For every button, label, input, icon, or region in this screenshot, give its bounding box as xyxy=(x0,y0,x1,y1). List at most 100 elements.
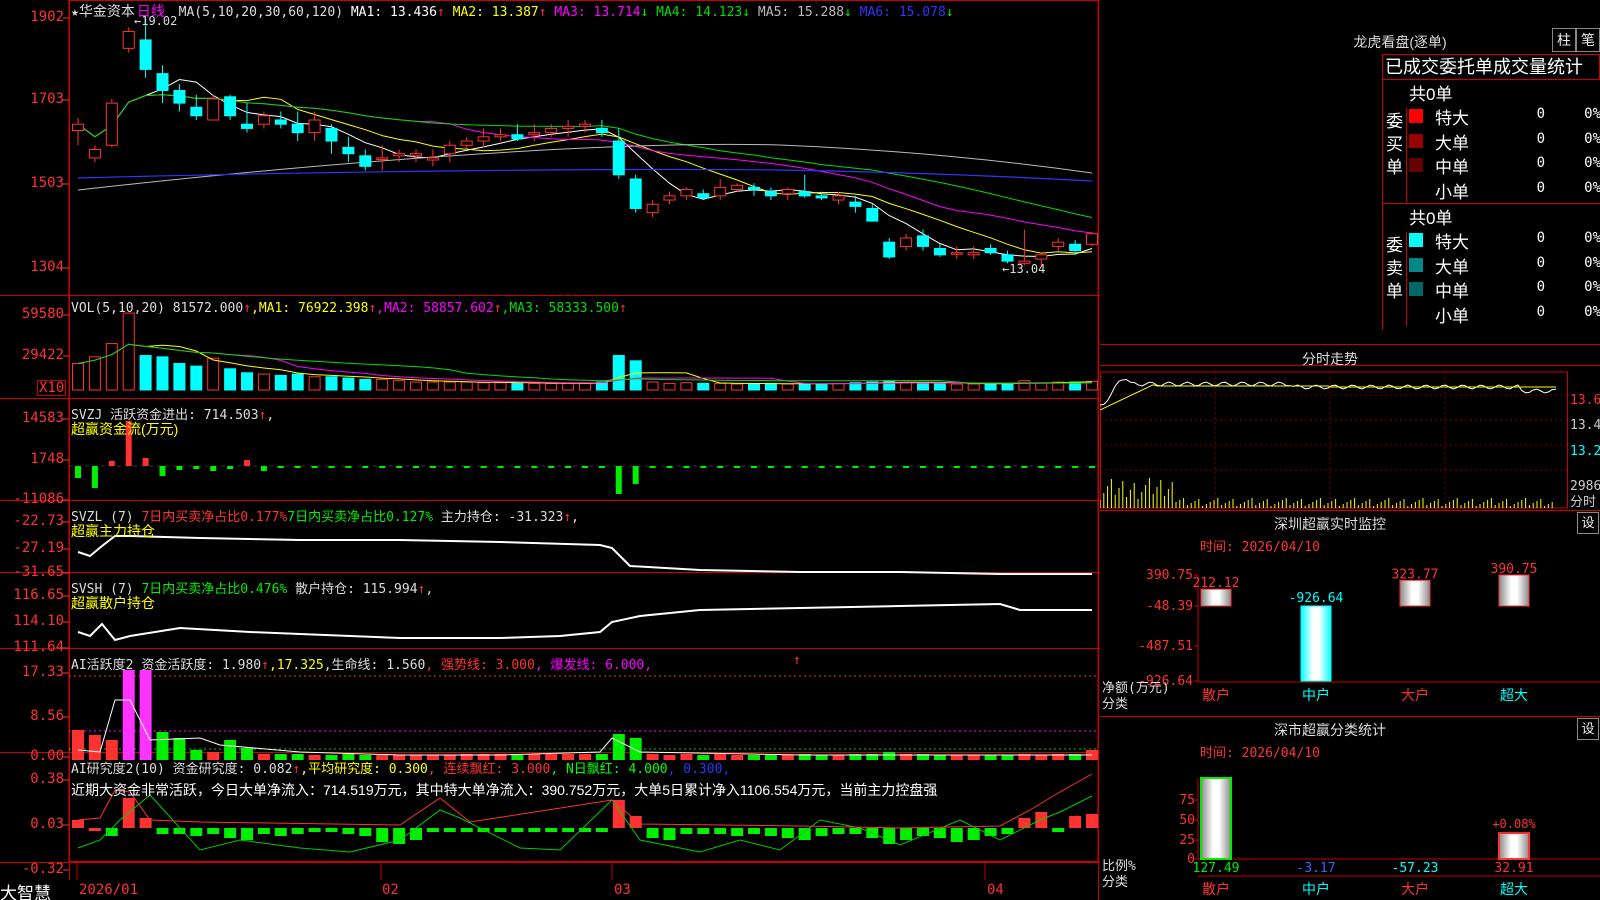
volume-bar xyxy=(477,382,490,391)
ai2-commentary: 近期大资金非常活跃，今日大单净流入：714.519万元，其中特大单净流入：390… xyxy=(71,782,938,798)
candle xyxy=(224,96,237,117)
classify-bar-label: 32.91 xyxy=(1494,861,1533,876)
monitor-time: 时间: 2026/04/10 xyxy=(1200,540,1320,555)
intraday-y-tick: 13.43 xyxy=(1570,418,1600,433)
monitor-bar-label: 212.12 xyxy=(1193,576,1240,591)
ma-arrow-6: ↓ xyxy=(945,5,954,20)
volume-bar xyxy=(359,378,372,391)
research-bar xyxy=(697,828,710,834)
candle xyxy=(308,119,321,134)
ma-arrow-5: ↓ xyxy=(844,5,852,20)
candle xyxy=(241,123,253,129)
flow-bar xyxy=(429,466,436,468)
volume-bar xyxy=(376,378,389,391)
volume-bar xyxy=(950,383,963,391)
ai1-p1: 资金活跃度: xyxy=(141,658,222,673)
ma-label-5: MA5: xyxy=(750,5,798,20)
flow-bar xyxy=(801,466,808,468)
svzl-p1: 7日内买卖净占比0.177% xyxy=(141,510,288,525)
volume-bar xyxy=(764,382,777,391)
flow-bar xyxy=(1055,466,1062,468)
svzj-comma: , xyxy=(266,408,275,423)
classify-y-tick: 25 xyxy=(1179,833,1195,848)
flow-bar xyxy=(936,466,943,468)
y-tick-label: 0.00 xyxy=(30,748,64,764)
classify-xlabel: 分类 xyxy=(1102,875,1128,890)
activity-bar xyxy=(933,755,946,760)
flow-bar xyxy=(1004,466,1011,468)
volume-bar xyxy=(88,356,101,391)
y-tick-label: 59580 xyxy=(21,306,64,322)
classify-settings-button[interactable]: 设 xyxy=(1577,718,1599,740)
candle xyxy=(511,134,524,140)
volume-bar xyxy=(663,382,676,391)
classify-title: 深市超赢分类统计 xyxy=(1274,722,1386,738)
candle xyxy=(798,191,811,197)
research-bar xyxy=(832,828,845,834)
candle xyxy=(984,248,997,254)
flow-bar xyxy=(362,466,369,468)
flow-bar xyxy=(734,466,741,468)
volume-bar xyxy=(629,360,642,391)
volume-bar xyxy=(714,382,727,391)
flow-bar xyxy=(159,466,166,476)
classify-bar-label: -57.23 xyxy=(1392,861,1439,876)
volume-title-line: VOL(5,10,20) 81572.000↑,MA1: 76922.398↑,… xyxy=(71,301,627,316)
flow-bar xyxy=(852,466,859,468)
intraday-volume-unit: 分时 xyxy=(1570,495,1596,510)
monitor-y-tick: 390.75 xyxy=(1146,568,1193,583)
volume-bar xyxy=(207,357,220,391)
candle xyxy=(781,189,794,195)
candle xyxy=(426,157,439,161)
candle xyxy=(815,195,828,199)
ma-label-2: MA2: xyxy=(444,5,492,20)
flow-bar xyxy=(193,466,200,469)
flow-bar xyxy=(108,461,115,466)
volume-bar xyxy=(562,382,575,391)
monitor-category: 大户 xyxy=(1401,687,1429,704)
volume-bar xyxy=(545,382,558,391)
volume-bar xyxy=(1018,380,1031,391)
ai2-v5: , 0.300, xyxy=(667,762,731,777)
period-label[interactable]: 日线 xyxy=(137,3,165,19)
trading-terminal: 1902 1703 1503 1304 59580 29422 14583 1748 -1108… xyxy=(0,0,1600,900)
research-bar xyxy=(663,828,676,840)
classify-category: 中户 xyxy=(1302,881,1330,898)
monitor-category: 超大 xyxy=(1500,688,1528,704)
right-panel-charts[interactable]: 13.61 13.43 13.25 2986分时 390.75 -48.39 -487.51… xyxy=(1100,0,1600,900)
svzl-p2: 7日内买卖净占比0.127% xyxy=(287,510,434,525)
monitor-settings-button[interactable]: 设 xyxy=(1577,512,1599,534)
candle xyxy=(72,123,84,132)
research-bar xyxy=(1069,816,1082,828)
flow-bar xyxy=(294,466,301,468)
volume-bar xyxy=(426,381,439,391)
flow-bar xyxy=(210,466,217,471)
activity-bar xyxy=(815,755,828,760)
research-bar xyxy=(967,828,980,840)
y-tick-label: -22.73 xyxy=(13,513,64,529)
ai1-title-line: AI活跃度2 资金活跃度: 1.980↑,17.325,生命线: 1.560, … xyxy=(71,654,652,673)
x-axis-date-3: 04 xyxy=(987,882,1004,898)
flow-bar xyxy=(396,466,403,468)
volume-bar xyxy=(308,376,321,391)
candle xyxy=(291,123,304,134)
research-bar xyxy=(815,828,828,836)
candle xyxy=(342,146,355,155)
research-bar xyxy=(528,828,541,832)
svsh-value: 115.994 xyxy=(362,582,418,597)
intraday-volume-tick: 2986 xyxy=(1570,479,1600,494)
svzl-comma: , xyxy=(571,510,579,525)
monitor-bar-label: 390.75 xyxy=(1491,562,1538,577)
research-bar xyxy=(933,828,946,838)
research-bar xyxy=(595,828,608,832)
monitor-category: 散户 xyxy=(1202,687,1230,704)
main-title-line: ★华金资本 日线 MA(5,10,20,30,60,120) MA1: 13.43… xyxy=(71,1,954,21)
activity-bar xyxy=(1035,755,1048,760)
ma-label-1: MA1: xyxy=(350,5,390,20)
favorite-star-icon[interactable]: ★ xyxy=(71,5,79,20)
candle xyxy=(88,148,101,159)
research-bar xyxy=(308,828,321,832)
volume-bar xyxy=(257,373,270,391)
flow-bar xyxy=(176,466,183,470)
flow-bar xyxy=(565,466,572,468)
